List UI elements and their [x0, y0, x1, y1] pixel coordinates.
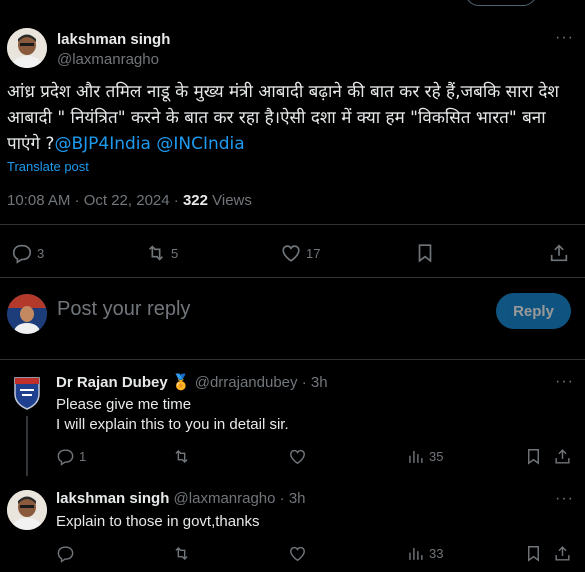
views-count: 322 — [182, 192, 208, 209]
like-button[interactable] — [288, 544, 307, 563]
reply-icon — [12, 244, 32, 264]
views-count: 33 — [429, 546, 444, 561]
author-handle[interactable]: @laxmanragho — [57, 51, 159, 68]
like-icon — [282, 245, 300, 262]
bookmark-icon — [528, 546, 539, 562]
repost-icon — [175, 449, 188, 464]
divider — [0, 359, 585, 360]
reply-time[interactable]: · 3h — [280, 490, 306, 507]
verified-badge-icon: 🏅 — [171, 374, 191, 391]
reply-avatar-image — [7, 490, 47, 530]
share-icon — [555, 546, 570, 561]
repost-button[interactable] — [172, 447, 191, 466]
my-avatar-image — [7, 294, 47, 334]
reply-button[interactable] — [56, 544, 75, 563]
reply-header: Dr Rajan Dubey 🏅 @drrajandubey · 3h — [56, 373, 328, 391]
reply-author-handle[interactable]: @drrajandubey — [195, 374, 298, 391]
repost-icon — [175, 546, 188, 561]
thread-line — [26, 416, 28, 476]
divider — [0, 277, 585, 278]
author-avatar-image — [7, 28, 47, 68]
like-count: 17 — [306, 245, 321, 261]
more-icon[interactable]: ··· — [555, 373, 574, 391]
share-button[interactable] — [553, 447, 572, 466]
like-icon — [290, 546, 305, 562]
author-avatar[interactable] — [7, 28, 47, 68]
bookmark-button[interactable] — [524, 544, 543, 563]
bookmark-icon — [528, 449, 539, 465]
top-pill — [465, 0, 537, 6]
repost-icon — [148, 245, 164, 261]
share-button[interactable] — [548, 242, 570, 264]
bookmark-icon — [418, 244, 432, 263]
reply-text-line: Please give me time — [56, 396, 192, 413]
like-icon — [290, 449, 305, 465]
divider — [0, 224, 585, 225]
reply-icon — [57, 449, 74, 466]
reply-author-name[interactable]: Dr Rajan Dubey — [56, 374, 168, 391]
reply-time[interactable]: · 3h — [302, 374, 328, 391]
reply-author-name[interactable]: lakshman singh — [56, 490, 169, 507]
reply-button[interactable]: 1 — [56, 447, 86, 466]
reply-input[interactable]: Post your reply — [57, 298, 190, 321]
reply-count: 3 — [37, 245, 45, 261]
share-icon — [550, 244, 568, 262]
views-count: 35 — [429, 449, 444, 464]
like-button[interactable] — [288, 447, 307, 466]
views-button[interactable]: 35 — [406, 447, 443, 466]
more-icon[interactable]: ··· — [555, 490, 574, 508]
author-name[interactable]: lakshman singh — [57, 31, 170, 48]
tweet-meta: 10:08 AM · Oct 22, 2024 · 322 Views — [7, 192, 252, 209]
bookmark-button[interactable] — [414, 242, 436, 264]
mention-bjp4india[interactable]: @BJP4India — [54, 134, 150, 154]
mention-incindia[interactable]: @INCIndia — [156, 134, 244, 154]
reply-button[interactable]: 3 — [11, 242, 44, 264]
repost-count: 5 — [171, 245, 179, 261]
repost-button[interactable]: 5 — [145, 242, 178, 264]
shield-logo-icon — [14, 377, 40, 410]
my-avatar[interactable] — [7, 294, 47, 334]
tweet-text: आंध्र प्रदेश और तमिल नाडू के मुख्य मंत्र… — [7, 79, 567, 157]
reply-text-line: Explain to those in govt,thanks — [56, 513, 260, 530]
reply-header: lakshman singh @laxmanragho · 3h — [56, 490, 306, 507]
reply-avatar[interactable] — [7, 372, 47, 412]
reply-submit-button[interactable]: Reply — [496, 293, 571, 329]
repost-button[interactable] — [172, 544, 191, 563]
bookmark-button[interactable] — [524, 447, 543, 466]
views-icon — [409, 450, 423, 463]
views-icon — [409, 547, 423, 560]
views-button[interactable]: 33 — [406, 544, 443, 563]
views-label: Views — [207, 192, 252, 209]
share-button[interactable] — [553, 544, 572, 563]
tweet-timestamp[interactable]: 10:08 AM · Oct 22, 2024 · — [7, 192, 183, 209]
more-icon[interactable]: ··· — [555, 29, 574, 47]
reply-icon — [57, 546, 74, 563]
reply-text-line: I will explain this to you in detail sir… — [56, 416, 289, 433]
translate-post-link[interactable]: Translate post — [7, 159, 89, 174]
reply-avatar[interactable] — [7, 490, 47, 530]
like-button[interactable]: 17 — [280, 242, 320, 264]
share-icon — [555, 449, 570, 464]
reply-author-handle[interactable]: @laxmanragho — [174, 490, 276, 507]
reply-count: 1 — [79, 449, 87, 464]
